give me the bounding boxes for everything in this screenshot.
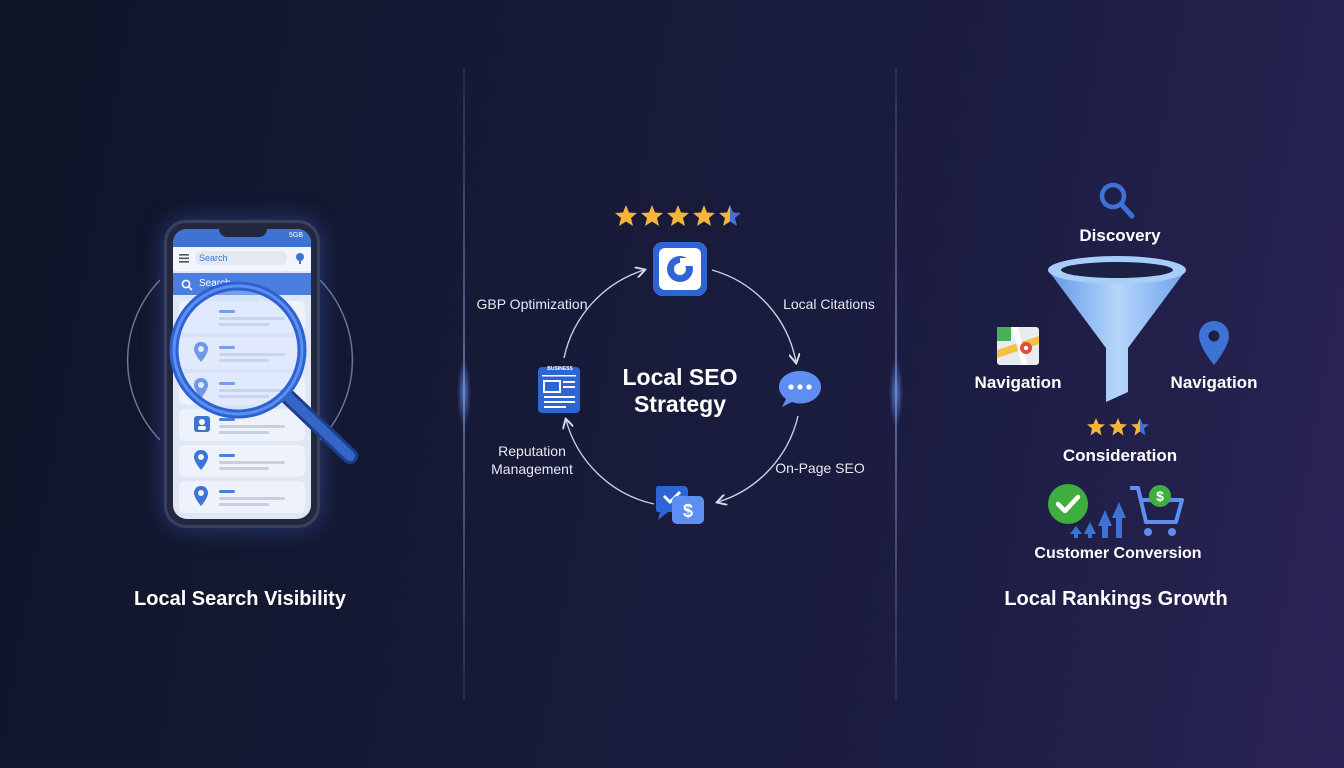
label-on-page-seo: On-Page SEO: [775, 460, 865, 476]
left-panel-title: Local Search Visibility: [134, 588, 346, 610]
label-reputation-management: Reputation Management: [491, 443, 573, 477]
conversion-icon: $: [1048, 484, 1184, 538]
map-icon: [997, 327, 1039, 365]
rating-stars-icon: [615, 205, 741, 226]
status-text: 5GB: [288, 232, 303, 239]
map-pin-icon: [194, 486, 208, 506]
label-gbp-optimization: GBP Optimization: [476, 296, 588, 312]
magnifying-glass-icon: [169, 281, 358, 464]
divider-left: [457, 68, 471, 700]
divider-right: [889, 68, 903, 700]
svg-text:$: $: [683, 501, 693, 521]
phone-app-bar: Search: [173, 247, 311, 271]
search-icon: [1099, 182, 1135, 219]
rating-stars-icon: [1087, 418, 1149, 436]
result-card[interactable]: [179, 481, 305, 513]
label-consideration: Consideration: [1062, 446, 1178, 465]
menu-icon[interactable]: [179, 254, 189, 263]
label-local-citations: Local Citations: [783, 296, 875, 312]
label-navigation-right: Navigation: [1170, 373, 1258, 392]
label-discovery: Discovery: [1079, 226, 1161, 245]
phone-notch: [219, 229, 267, 237]
reviews-payment-icon: $: [656, 486, 704, 524]
strategy-title: Local SEO Strategy: [622, 364, 738, 417]
chat-bubble-icon: [779, 371, 821, 407]
label-customer-conversion: Customer Conversion: [1034, 545, 1202, 562]
doc-header: BUSINESS: [547, 366, 573, 372]
right-panel-title: Local Rankings Growth: [1004, 588, 1228, 610]
phone-search-pill[interactable]: Search: [195, 251, 287, 265]
gbp-icon: [653, 242, 707, 296]
svg-text:$: $: [1156, 488, 1164, 504]
label-navigation-left: Navigation: [974, 373, 1062, 392]
mic-icon[interactable]: [295, 252, 305, 264]
map-pin-icon: [1199, 321, 1229, 365]
business-listing-icon: [538, 367, 580, 413]
